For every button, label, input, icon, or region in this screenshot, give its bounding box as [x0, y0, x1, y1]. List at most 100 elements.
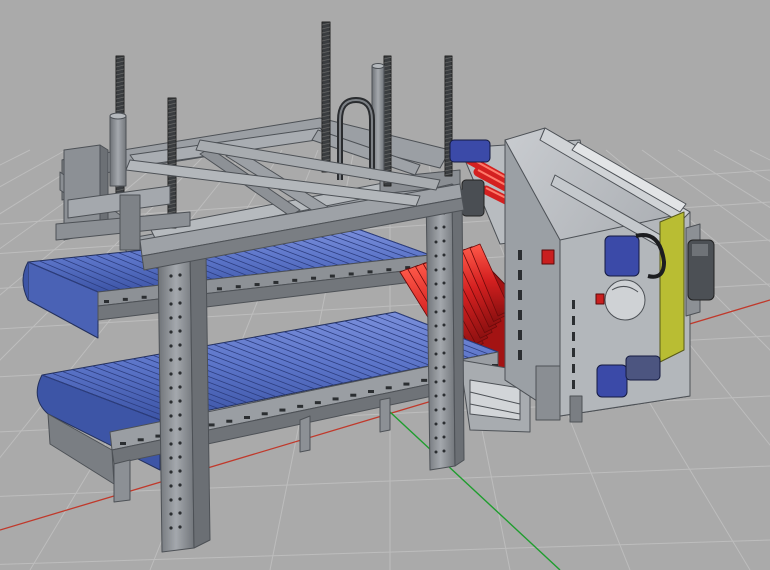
frame-slot [226, 419, 233, 423]
grid-line [713, 149, 770, 182]
panel-slot [518, 250, 522, 260]
bolt-hole [178, 301, 182, 305]
bolt-hole [442, 323, 446, 327]
panel-slot [572, 332, 575, 341]
bolt-hole [178, 483, 182, 487]
frame-slot [350, 393, 357, 397]
bolt-hole [169, 470, 173, 474]
bolt-hole [434, 380, 438, 384]
panel-slot [572, 380, 575, 389]
bolt-hole [169, 330, 173, 334]
bolt-hole [178, 343, 182, 347]
y-axis-line [389, 411, 561, 570]
frame-slot [244, 416, 250, 419]
panel-slot [572, 348, 575, 357]
frame-slot [314, 401, 321, 405]
bolt-hole [178, 385, 182, 389]
bolt-hole [178, 329, 182, 333]
frame-slot [332, 397, 339, 401]
frame-slot [208, 423, 215, 427]
bolt-hole [442, 281, 446, 285]
frame-slot [367, 270, 373, 274]
grid-line [749, 149, 770, 161]
bolt-hole [169, 428, 173, 432]
bolt-hole [434, 352, 438, 356]
bolt-hole [442, 449, 446, 453]
bolt-hole [442, 435, 446, 439]
bolt-hole [169, 484, 173, 488]
bolt-hole [442, 337, 446, 341]
frame-slot [421, 378, 428, 382]
frame-slot [386, 268, 392, 272]
frame-slot [120, 442, 126, 445]
bolt-hole [434, 338, 438, 342]
panel-slot [518, 310, 522, 320]
bolt-hole [434, 240, 438, 244]
frame-slot [297, 404, 304, 408]
frame-slot [311, 276, 317, 280]
bolt-hole [434, 296, 438, 300]
frame-slot [292, 278, 298, 282]
bolt-hole [434, 422, 438, 426]
bolt-hole [169, 288, 173, 292]
bolt-hole [169, 316, 173, 320]
frame-slot [385, 386, 392, 390]
bolt-hole [434, 450, 438, 454]
bolt-hole [434, 282, 438, 286]
bolt-hole [169, 344, 173, 348]
bolt-hole [178, 441, 182, 445]
panel-slot [572, 316, 575, 325]
bolt-hole [169, 512, 173, 516]
bolt-hole [442, 351, 446, 355]
bolt-hole [434, 268, 438, 272]
bolt-hole [442, 379, 446, 383]
bolt-hole [442, 253, 446, 257]
bolt-hole [434, 436, 438, 440]
grid-line [0, 149, 67, 188]
bolt-hole [169, 358, 173, 362]
bolt-hole [169, 274, 173, 278]
bolt-hole [442, 421, 446, 425]
bolt-hole [169, 400, 173, 404]
frame-slot [216, 287, 222, 291]
bolt-hole [442, 225, 446, 229]
bolt-hole [442, 267, 446, 271]
bolt-hole [178, 497, 182, 501]
cad-scene[interactable] [0, 0, 770, 570]
grid-line [0, 149, 31, 166]
frame-slot [329, 274, 335, 278]
bolt-hole [178, 427, 182, 431]
bolt-hole [434, 394, 438, 398]
frame-slot [104, 300, 109, 303]
frame-slot [368, 390, 374, 393]
bolt-hole [178, 273, 182, 277]
frame-slot [348, 272, 354, 276]
bolt-hole [178, 455, 182, 459]
bolt-hole [178, 525, 182, 529]
frame-slot [137, 438, 144, 442]
bolt-hole [178, 315, 182, 319]
bolt-hole [169, 456, 173, 460]
frame-slot [273, 280, 279, 284]
panel-slot [518, 350, 522, 360]
bolt-hole [169, 386, 173, 390]
bolt-hole [178, 357, 182, 361]
bolt-hole [169, 526, 173, 530]
bolt-hole [442, 309, 446, 313]
bolt-hole [434, 366, 438, 370]
bolt-hole [169, 414, 173, 418]
bolt-hole [178, 287, 182, 291]
3d-viewport[interactable] [0, 0, 770, 570]
bolt-hole [442, 239, 446, 243]
frame-slot [403, 382, 410, 386]
bolt-hole [169, 302, 173, 306]
bolt-hole [169, 498, 173, 502]
frame-slot [141, 295, 147, 299]
bolt-hole [178, 399, 182, 403]
bolt-hole [178, 413, 182, 417]
panel-slot [572, 300, 575, 309]
bolt-hole [178, 469, 182, 473]
bolt-hole [442, 295, 446, 299]
bolt-hole [169, 372, 173, 376]
bolt-hole [442, 407, 446, 411]
